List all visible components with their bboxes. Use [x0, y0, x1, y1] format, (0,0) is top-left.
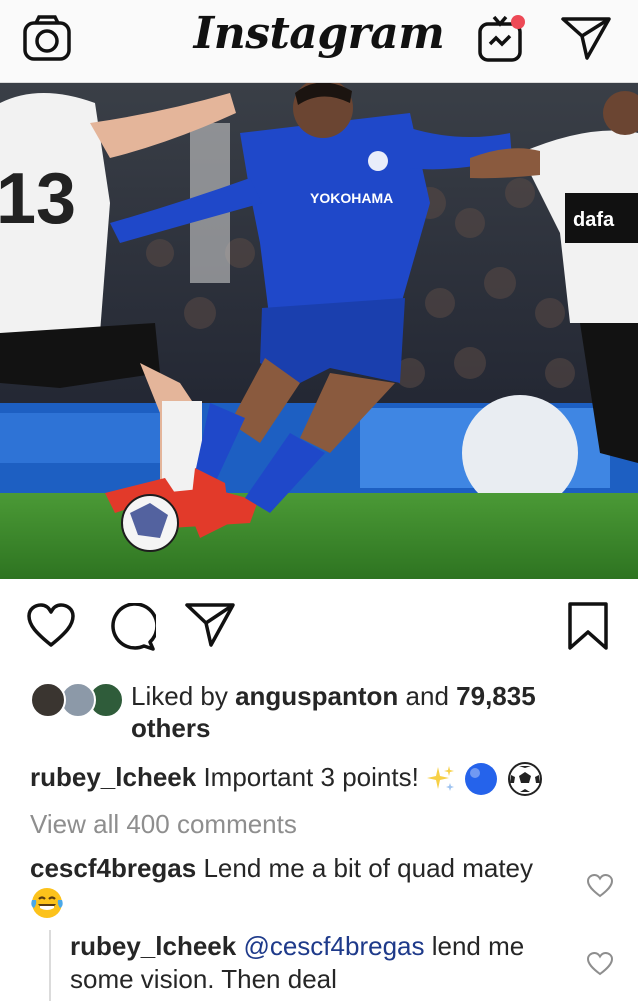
- liker-avatars[interactable]: [30, 682, 126, 720]
- comment: cescf4bregas Lend me a bit of quad matey: [30, 852, 550, 920]
- reply-thread-line: [49, 930, 51, 1001]
- heart-icon[interactable]: [26, 603, 76, 649]
- comment-text: Lend me a bit of quad matey: [203, 853, 534, 883]
- post-photo-illustration: 13 YOKOHAMA dafa: [0, 83, 638, 579]
- comment-username[interactable]: rubey_lcheek: [70, 931, 236, 961]
- post-action-bar: [0, 579, 638, 677]
- likes-count[interactable]: 79,835: [456, 681, 536, 711]
- comment-icon[interactable]: [106, 603, 156, 651]
- view-all-comments-link[interactable]: View all 400 comments: [30, 807, 297, 841]
- comment-username[interactable]: cescf4bregas: [30, 853, 196, 883]
- direct-message-icon[interactable]: [560, 14, 612, 62]
- likes-suffix[interactable]: others: [131, 713, 210, 743]
- likes-prefix: Liked by: [131, 681, 228, 711]
- share-icon[interactable]: [184, 601, 236, 649]
- instagram-logo[interactable]: Instagram: [0, 8, 638, 59]
- top-bar: Instagram: [0, 0, 638, 83]
- blue-circle-icon: [465, 763, 498, 796]
- avatar: [30, 682, 66, 718]
- liker-username[interactable]: anguspanton: [235, 681, 398, 711]
- post-image[interactable]: 13 YOKOHAMA dafa: [0, 83, 638, 579]
- sparkles-icon: [427, 766, 455, 792]
- likes-middle: and: [405, 681, 449, 711]
- igtv-icon[interactable]: [476, 14, 528, 66]
- comment-like-icon[interactable]: [586, 951, 614, 977]
- likes-section: Liked by anguspanton and 79,835 others: [30, 680, 610, 744]
- comment-reply: rubey_lcheek @cescf4bregas lend me some …: [70, 930, 550, 996]
- comment-mention[interactable]: @cescf4bregas: [243, 931, 424, 961]
- post-caption: rubey_lcheek Important 3 points!: [30, 760, 620, 797]
- svg-text:dafa: dafa: [573, 209, 615, 231]
- notification-dot: [511, 15, 525, 29]
- svg-text:13: 13: [0, 159, 76, 239]
- caption-username[interactable]: rubey_lcheek: [30, 762, 196, 792]
- tears-of-joy-icon: [31, 888, 63, 919]
- svg-text:YOKOHAMA: YOKOHAMA: [310, 190, 393, 206]
- comment-like-icon[interactable]: [586, 873, 614, 899]
- bookmark-icon[interactable]: [566, 601, 610, 651]
- soccer-ball-icon: [507, 762, 542, 797]
- caption-text: Important 3 points!: [203, 762, 419, 792]
